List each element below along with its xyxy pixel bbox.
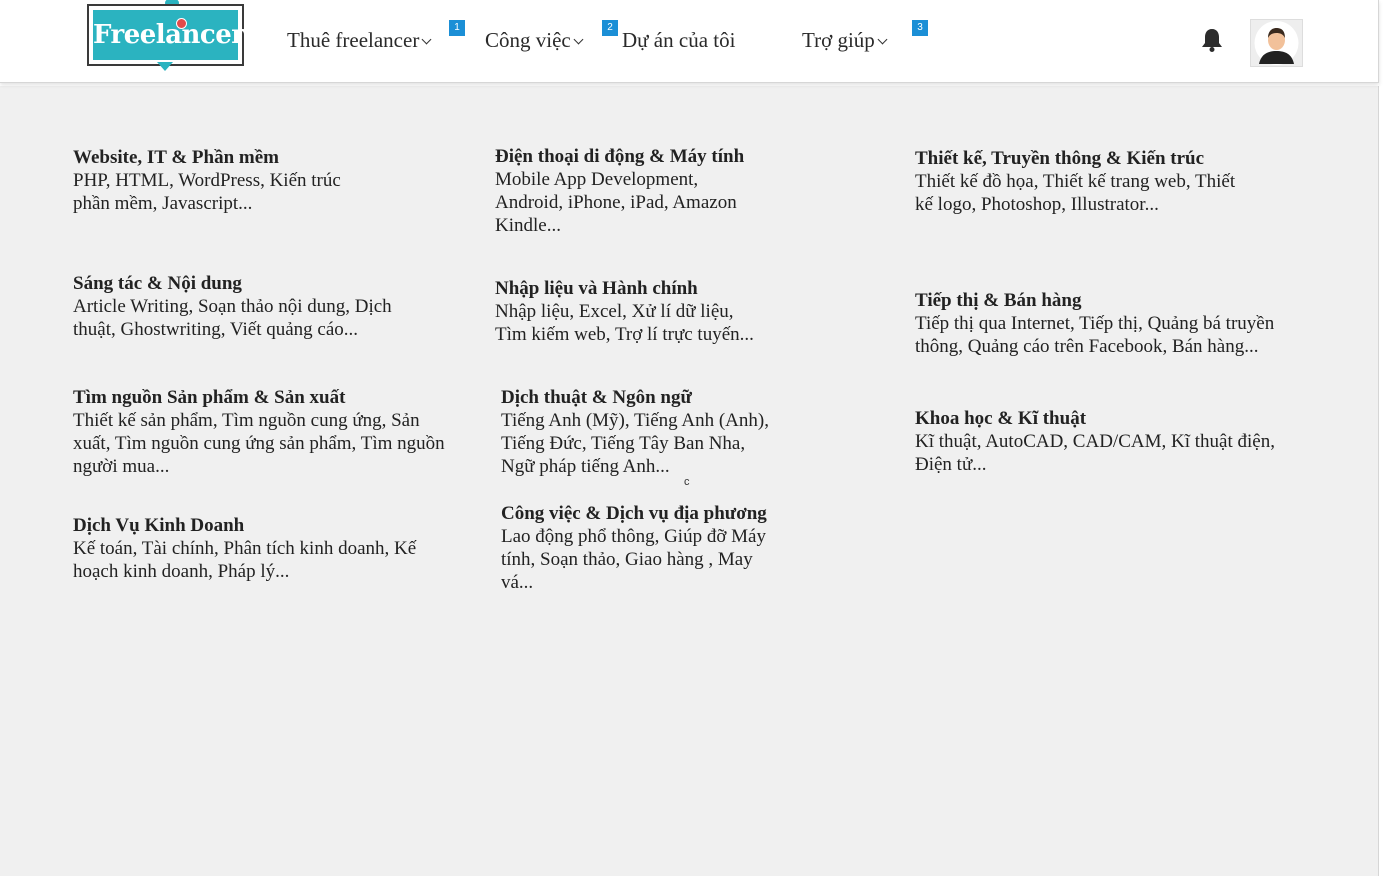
chevron-down-icon — [877, 34, 888, 45]
category-title: Dịch thuật & Ngôn ngữ — [501, 387, 692, 408]
freelancer-logo[interactable]: Freelancer — [87, 0, 245, 71]
nav-badge-1: 1 — [449, 20, 465, 36]
stray-character: c — [684, 476, 690, 488]
chevron-down-icon — [421, 34, 432, 45]
category-desc-line: Ngữ pháp tiếng Anh... — [501, 456, 670, 477]
nav-jobs[interactable]: Công việc 2 — [485, 20, 618, 53]
category-desc-line: Kĩ thuật, AutoCAD, CAD/CAM, Kĩ thuật điệ… — [915, 431, 1275, 452]
category-desc-line: Android, iPhone, iPad, Amazon — [495, 192, 737, 213]
nav-badge-3: 3 — [912, 20, 928, 36]
nav-hire-freelancer[interactable]: Thuê freelancer 1 — [287, 20, 465, 53]
bell-icon[interactable] — [1198, 26, 1226, 54]
category-mobile-computer[interactable]: Điện thoại di động & Máy tính Mobile App… — [495, 145, 744, 237]
category-desc-line: phần mềm, Javascript... — [73, 193, 253, 214]
user-silhouette-icon — [1254, 21, 1299, 65]
category-desc-line: Article Writing, Soạn thảo nội dung, Dịc… — [73, 296, 392, 317]
nav-my-projects[interactable]: Dự án của tôi — [622, 28, 735, 53]
category-title: Công việc & Dịch vụ địa phương — [501, 503, 767, 524]
category-desc-line: Nhập liệu, Excel, Xử lí dữ liệu, — [495, 301, 734, 322]
category-desc-line: Thiết kế đồ họa, Thiết kế trang web, Thi… — [915, 171, 1236, 192]
category-desc-line: Điện tử... — [915, 454, 987, 475]
category-title: Sáng tác & Nội dung — [73, 273, 242, 294]
category-business-services[interactable]: Dịch Vụ Kinh Doanh Kế toán, Tài chính, P… — [73, 514, 416, 583]
category-desc-line: hoạch kinh doanh, Pháp lý... — [73, 561, 290, 582]
category-desc-line: Tiếng Anh (Mỹ), Tiếng Anh (Anh), — [501, 410, 769, 431]
top-navbar: Freelancer Thuê freelancer 1 Công việc 2… — [0, 0, 1379, 83]
category-desc-line: thông, Quảng cáo trên Facebook, Bán hàng… — [915, 336, 1259, 357]
category-desc-line: Lao động phổ thông, Giúp đỡ Máy — [501, 526, 766, 547]
category-desc-line: Mobile App Development, — [495, 169, 699, 190]
category-design-media[interactable]: Thiết kế, Truyền thông & Kiến trúc Thiết… — [915, 147, 1235, 216]
logo-tail — [157, 62, 173, 71]
nav-badge-2: 2 — [602, 20, 618, 36]
category-title: Điện thoại di động & Máy tính — [495, 146, 745, 167]
nav-jobs-label: Công việc — [485, 28, 571, 52]
category-data-entry-admin[interactable]: Nhập liệu và Hành chính Nhập liệu, Excel… — [495, 277, 754, 346]
category-marketing-sales[interactable]: Tiếp thị & Bán hàng Tiếp thị qua Interne… — [915, 289, 1274, 358]
category-panel: Website, IT & Phần mềm PHP, HTML, WordPr… — [0, 86, 1379, 876]
chevron-down-icon — [573, 34, 584, 45]
nav-help[interactable]: Trợ giúp 3 — [802, 20, 928, 53]
category-writing-content[interactable]: Sáng tác & Nội dung Article Writing, Soạ… — [73, 272, 392, 341]
category-desc-line: Thiết kế sản phẩm, Tìm nguồn cung ứng, S… — [73, 410, 420, 431]
category-title: Khoa học & Kĩ thuật — [915, 408, 1087, 429]
category-science-engineering[interactable]: Khoa học & Kĩ thuật Kĩ thuật, AutoCAD, C… — [915, 407, 1275, 476]
category-title: Nhập liệu và Hành chính — [495, 278, 698, 299]
category-website-it[interactable]: Website, IT & Phần mềm PHP, HTML, WordPr… — [73, 146, 341, 215]
logo-frame: Freelancer — [87, 4, 245, 66]
category-desc-line: tính, Soạn thảo, Giao hàng , May — [501, 549, 753, 570]
category-desc-line: xuất, Tìm nguồn cung ứng sản phẩm, Tìm n… — [73, 433, 445, 454]
page: Freelancer Thuê freelancer 1 Công việc 2… — [0, 0, 1387, 876]
category-desc-line: Tìm kiếm web, Trợ lí trực tuyến... — [495, 324, 754, 345]
category-desc-line: Tiếp thị qua Internet, Tiếp thị, Quảng b… — [915, 313, 1275, 334]
category-desc-line: Kindle... — [495, 215, 561, 236]
category-translation-language[interactable]: Dịch thuật & Ngôn ngữ Tiếng Anh (Mỹ), Ti… — [501, 386, 769, 478]
category-desc-line: kế logo, Photoshop, Illustrator... — [915, 194, 1159, 215]
category-desc-line: thuật, Ghostwriting, Viết quảng cáo... — [73, 319, 359, 340]
category-local-jobs[interactable]: Công việc & Dịch vụ địa phương Lao động … — [501, 502, 767, 594]
logo-badge-dot — [176, 18, 187, 29]
category-title: Website, IT & Phần mềm — [73, 147, 280, 168]
nav-my-projects-label: Dự án của tôi — [622, 28, 736, 52]
nav-help-label: Trợ giúp — [802, 28, 875, 52]
category-desc-line: Kế toán, Tài chính, Phân tích kinh doanh… — [73, 538, 417, 559]
nav-hire-freelancer-label: Thuê freelancer — [287, 28, 420, 52]
category-title: Thiết kế, Truyền thông & Kiến trúc — [915, 148, 1205, 169]
category-desc-line: vá... — [501, 572, 534, 593]
category-product-sourcing[interactable]: Tìm nguồn Sản phẩm & Sản xuất Thiết kế s… — [73, 386, 445, 478]
category-title: Tiếp thị & Bán hàng — [915, 290, 1082, 311]
category-desc-line: PHP, HTML, WordPress, Kiến trúc — [73, 170, 341, 191]
category-title: Tìm nguồn Sản phẩm & Sản xuất — [73, 387, 346, 408]
category-desc-line: Tiếng Đức, Tiếng Tây Ban Nha, — [501, 433, 746, 454]
avatar[interactable] — [1250, 19, 1303, 67]
category-title: Dịch Vụ Kinh Doanh — [73, 515, 245, 536]
category-desc-line: người mua... — [73, 456, 170, 477]
logo-text: Freelancer — [93, 10, 245, 60]
